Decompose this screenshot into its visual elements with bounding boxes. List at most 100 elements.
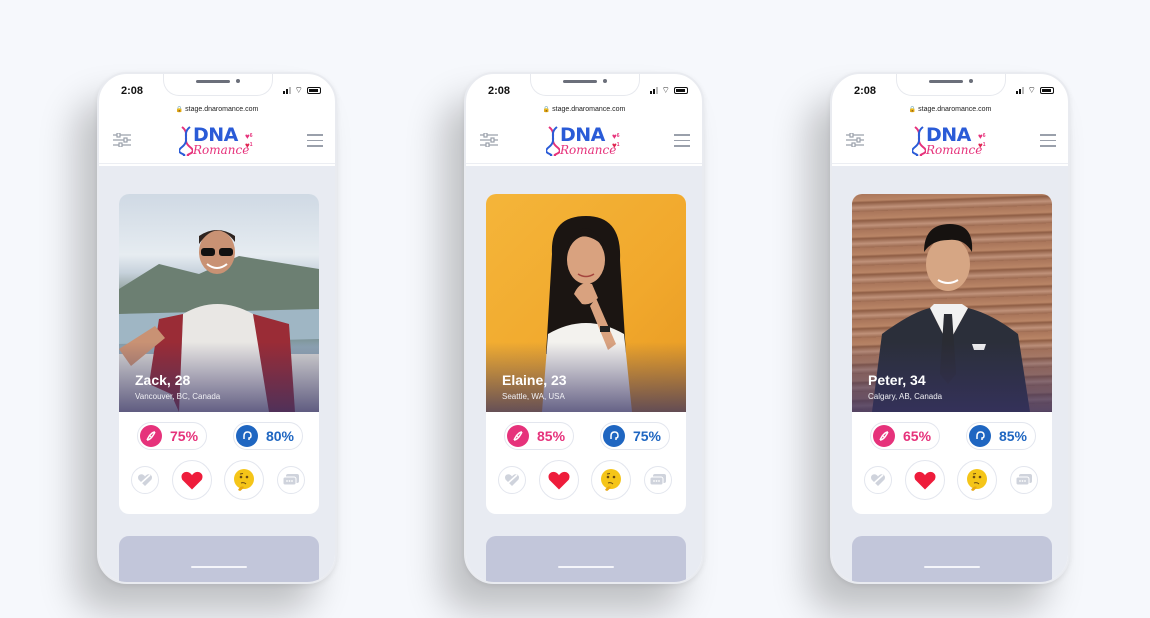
profile-name-age: Peter, 34 bbox=[868, 372, 926, 388]
profile-name-age: Elaine, 23 bbox=[502, 372, 567, 388]
dna-score-pill[interactable]: 85% bbox=[504, 422, 575, 450]
browser-url-bar[interactable]: 🔒 stage.dnaromance.com bbox=[466, 104, 702, 116]
dna-score-value: 75% bbox=[170, 428, 199, 444]
battery-icon bbox=[1040, 86, 1054, 94]
compatibility-scores: 65% 85% bbox=[852, 412, 1052, 450]
brain-icon bbox=[235, 425, 258, 447]
status-bar: 2:08 ⌔ bbox=[832, 74, 1068, 104]
home-indicator bbox=[924, 566, 980, 568]
logo-text-romance: Romance bbox=[560, 143, 617, 157]
feed-area: Peter, 34 Calgary, AB, Canada 65% 85% bbox=[832, 166, 1068, 582]
brain-icon bbox=[968, 425, 991, 447]
dna-score-pill[interactable]: 75% bbox=[137, 422, 208, 450]
hamburger-menu-icon[interactable] bbox=[307, 134, 323, 147]
matches-count: 1 bbox=[249, 142, 253, 148]
battery-icon bbox=[307, 86, 321, 94]
lock-icon: 🔒 bbox=[175, 107, 184, 113]
system-icons: ⌔ bbox=[282, 85, 321, 95]
feed-area: Elaine, 23 Seattle, WA, USA 85% 75% bbox=[466, 166, 702, 582]
like-button[interactable] bbox=[904, 460, 945, 500]
matches-count: 1 bbox=[616, 142, 620, 148]
hamburger-menu-icon[interactable] bbox=[674, 134, 690, 147]
chat-icon bbox=[282, 473, 299, 485]
profile-card[interactable]: Zack, 28 Vancouver, BC, Canada 75% 80% bbox=[119, 194, 319, 514]
profile-photo[interactable]: Zack, 28 Vancouver, BC, Canada bbox=[119, 194, 319, 412]
heart-icon bbox=[548, 471, 570, 489]
curious-button[interactable] bbox=[591, 460, 632, 500]
dna-helix-logo-icon bbox=[179, 126, 193, 156]
profile-actions bbox=[852, 450, 1052, 500]
wifi-icon: ⌔ bbox=[1027, 85, 1036, 95]
dna-helix-logo-icon bbox=[912, 126, 926, 156]
dna-romance-logo[interactable]: DNA Romance ♥6 ♥1 bbox=[912, 124, 996, 158]
profile-actions bbox=[486, 450, 686, 500]
pass-button[interactable] bbox=[864, 466, 892, 494]
browser-url-bar[interactable]: 🔒 stage.dnaromance.com bbox=[832, 104, 1068, 116]
phone-notch bbox=[163, 74, 273, 96]
chat-icon bbox=[649, 473, 666, 485]
hamburger-menu-icon[interactable] bbox=[1040, 134, 1056, 147]
phone-mockup-elaine: 2:08 ⌔ 🔒 stage.dnaromance.com DNA Romanc… bbox=[464, 72, 704, 584]
battery-icon bbox=[674, 86, 688, 94]
dna-icon bbox=[873, 425, 895, 447]
next-profile-card bbox=[119, 536, 319, 582]
like-button[interactable] bbox=[171, 460, 212, 500]
pass-heart-icon bbox=[871, 474, 885, 486]
signal-icon bbox=[282, 86, 291, 94]
home-indicator bbox=[191, 566, 247, 568]
message-button[interactable] bbox=[1009, 466, 1038, 494]
home-indicator bbox=[558, 566, 614, 568]
filter-sliders-icon[interactable] bbox=[846, 133, 864, 147]
status-time: 2:08 bbox=[854, 85, 877, 97]
profile-card[interactable]: Elaine, 23 Seattle, WA, USA 85% 75% bbox=[486, 194, 686, 514]
likes-count: 6 bbox=[616, 133, 620, 139]
pass-button[interactable] bbox=[131, 466, 159, 494]
dna-romance-logo[interactable]: DNA Romance ♥6 ♥1 bbox=[546, 124, 630, 158]
message-button[interactable] bbox=[276, 466, 305, 494]
filter-sliders-icon[interactable] bbox=[480, 133, 498, 147]
app-header: DNA Romance ♥6 ♥1 bbox=[832, 116, 1068, 164]
brain-score-pill[interactable]: 75% bbox=[599, 422, 670, 450]
logo-notification-hearts[interactable]: ♥6 ♥1 bbox=[978, 132, 986, 150]
profile-name-age: Zack, 28 bbox=[135, 372, 191, 388]
logo-notification-hearts[interactable]: ♥6 ♥1 bbox=[245, 132, 253, 150]
brain-score-value: 80% bbox=[265, 428, 294, 444]
brain-score-pill[interactable]: 85% bbox=[965, 422, 1036, 450]
status-bar: 2:08 ⌔ bbox=[99, 74, 335, 104]
brain-score-pill[interactable]: 80% bbox=[232, 422, 303, 450]
profile-photo[interactable]: Peter, 34 Calgary, AB, Canada bbox=[852, 194, 1052, 412]
url-text: stage.dnaromance.com bbox=[185, 106, 259, 113]
logo-notification-hearts[interactable]: ♥6 ♥1 bbox=[612, 132, 620, 150]
curious-button[interactable] bbox=[224, 460, 265, 500]
chat-icon bbox=[1015, 473, 1032, 485]
app-header: DNA Romance ♥6 ♥1 bbox=[99, 116, 335, 164]
showcase-stage: 2:08 ⌔ 🔒 stage.dnaromance.com DNA Romanc… bbox=[4, 10, 1146, 614]
pass-button[interactable] bbox=[498, 466, 526, 494]
brain-icon bbox=[602, 425, 625, 447]
browser-url-bar[interactable]: 🔒 stage.dnaromance.com bbox=[99, 104, 335, 116]
next-profile-card bbox=[486, 536, 686, 582]
pass-heart-icon bbox=[505, 474, 519, 486]
curious-button[interactable] bbox=[957, 460, 998, 500]
signal-icon bbox=[649, 86, 658, 94]
profile-card[interactable]: Peter, 34 Calgary, AB, Canada 65% 85% bbox=[852, 194, 1052, 514]
dna-icon bbox=[507, 425, 529, 447]
thinking-face-icon bbox=[234, 469, 255, 491]
dna-romance-logo[interactable]: DNA Romance ♥6 ♥1 bbox=[179, 124, 263, 158]
lock-icon: 🔒 bbox=[542, 107, 551, 113]
phone-mockup-peter: 2:08 ⌔ 🔒 stage.dnaromance.com DNA Romanc… bbox=[830, 72, 1070, 584]
like-button[interactable] bbox=[538, 460, 579, 500]
heart-icon bbox=[914, 471, 936, 489]
thinking-face-icon bbox=[601, 469, 622, 491]
dna-icon bbox=[140, 425, 162, 447]
wifi-icon: ⌔ bbox=[294, 85, 303, 95]
logo-text-romance: Romance bbox=[926, 143, 983, 157]
dna-score-pill[interactable]: 65% bbox=[870, 422, 941, 450]
profile-actions bbox=[119, 450, 319, 500]
next-profile-card bbox=[852, 536, 1052, 582]
filter-sliders-icon[interactable] bbox=[113, 133, 131, 147]
message-button[interactable] bbox=[643, 466, 672, 494]
profile-photo[interactable]: Elaine, 23 Seattle, WA, USA bbox=[486, 194, 686, 412]
brain-score-value: 75% bbox=[632, 428, 661, 444]
wifi-icon: ⌔ bbox=[661, 85, 670, 95]
